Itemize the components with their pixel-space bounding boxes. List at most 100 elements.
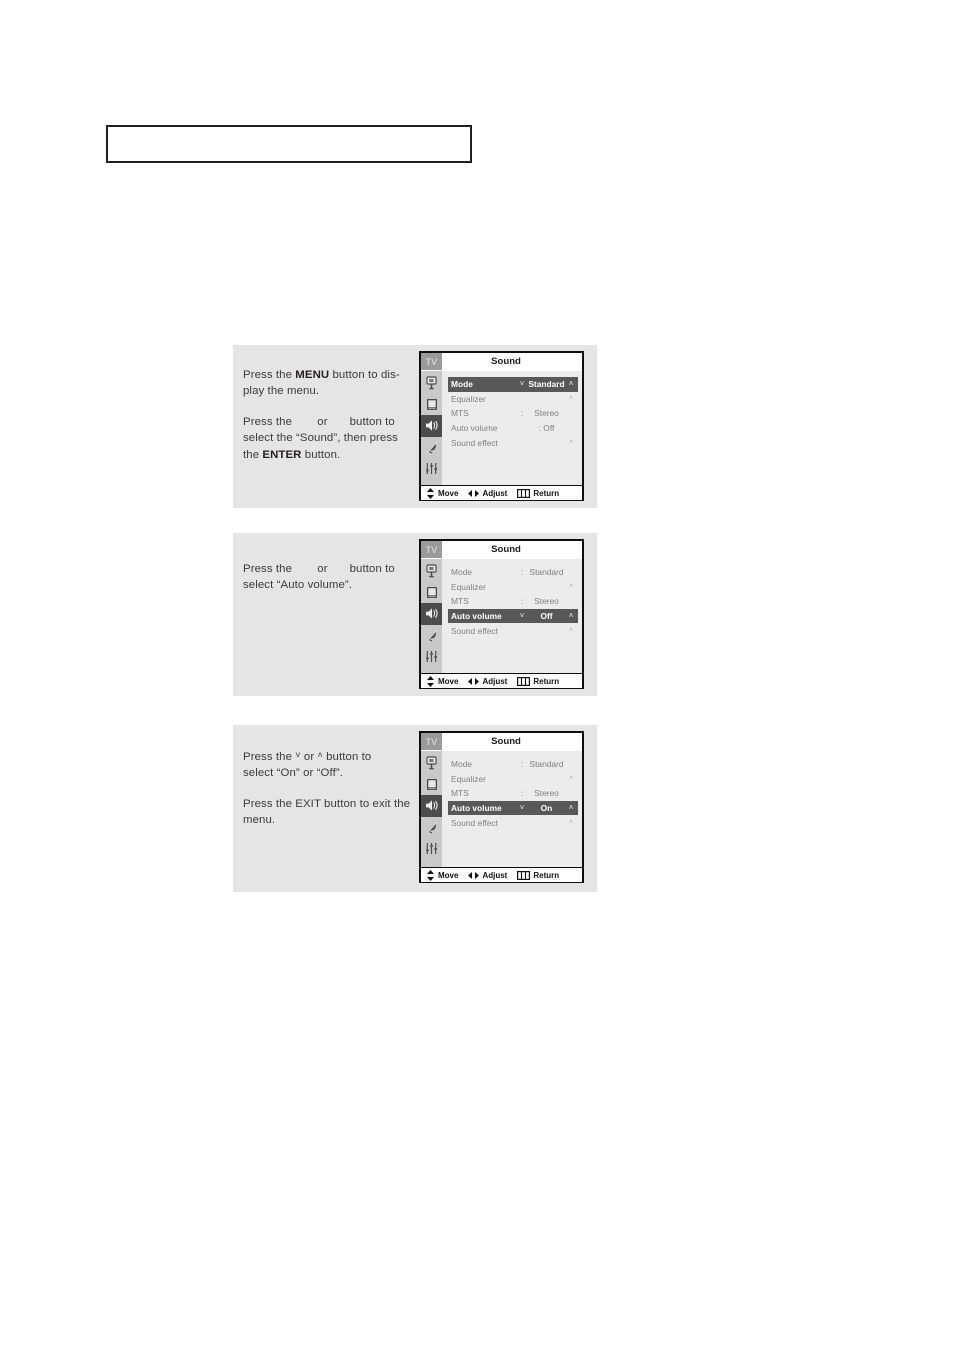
osd-row-equalizer[interactable]: Equalizer ˄ xyxy=(448,772,578,787)
picture-icon[interactable] xyxy=(421,560,442,582)
osd-row-sound-effect[interactable]: Sound effect ˄ xyxy=(448,623,578,638)
osd-row-value: Off xyxy=(540,611,553,622)
osd-menu-list: Mode : Standard Equalizer ˄ MTS : Stereo xyxy=(442,751,582,867)
sound-speaker-icon[interactable] xyxy=(421,603,442,625)
osd-row-label: Equalizer xyxy=(451,773,486,784)
osd-icon-rail xyxy=(421,751,442,867)
osd-footer-adjust-label: Adjust xyxy=(482,870,508,880)
left-right-arrows-icon xyxy=(468,489,480,497)
enter-keyword: ENTER xyxy=(262,448,302,461)
panel-1-text-c: play the menu. xyxy=(243,385,320,398)
osd-row-label: Sound effect xyxy=(451,817,498,828)
osd-row-auto-volume[interactable]: Auto volume : Off xyxy=(448,421,578,436)
osd-sound-menu-2[interactable]: TV Sound Mode: Standard Equalizer ˄ MTS… xyxy=(419,539,584,689)
osd-row-sound-effect[interactable]: Sound effect ˄ xyxy=(448,435,578,450)
osd-row-colon: : xyxy=(520,596,524,607)
channel-dish-icon[interactable] xyxy=(421,816,442,838)
osd-row-value: : Off xyxy=(538,423,555,434)
panel-2-text-a: Press the xyxy=(243,563,296,575)
osd-footer-return-label: Return xyxy=(533,488,560,498)
panel-1-text-d: Press the xyxy=(243,415,296,428)
osd-row-equalizer[interactable]: Equalizer ˄ xyxy=(448,580,578,595)
osd-icon-rail xyxy=(421,559,442,673)
chevron-down-icon[interactable]: ˅ xyxy=(517,805,527,812)
osd-tv-tag: TV xyxy=(421,541,442,558)
osd-row-value: Standard xyxy=(528,379,565,390)
picture-icon[interactable] xyxy=(421,752,442,774)
panel-1-text-g: the xyxy=(243,448,263,461)
equalizer-sliders-icon[interactable] xyxy=(421,838,442,860)
equalizer-sliders-icon[interactable] xyxy=(421,646,442,668)
osd-row-auto-volume[interactable]: Auto volume ˅ Off ˄ xyxy=(448,608,578,624)
osd-row-mode[interactable]: Mode ˅ Standard ˄ xyxy=(448,377,578,392)
osd-row-sound-effect[interactable]: Sound effect ˄ xyxy=(448,815,578,830)
osd-footer-adjust: Adjust xyxy=(468,871,507,880)
panel-1-text-h: button. xyxy=(301,448,341,461)
panel-1-text-or: or xyxy=(317,415,328,428)
panel-1-text-b: button to dis- xyxy=(329,369,400,381)
setup-book-icon[interactable] xyxy=(421,581,442,603)
setup-book-icon[interactable] xyxy=(421,773,442,795)
osd-row-label: Sound effect xyxy=(451,437,498,448)
panel-1-paragraph-2: Press the or button to select the “Sound”… xyxy=(243,414,421,463)
up-down-arrows-icon xyxy=(427,869,434,881)
osd-row-value: Standard xyxy=(529,567,564,578)
chevron-up-icon[interactable]: ˄ xyxy=(566,627,576,634)
osd-row-label: MTS xyxy=(451,408,469,419)
osd-footer-adjust-label: Adjust xyxy=(482,488,508,498)
channel-dish-icon[interactable] xyxy=(421,436,442,458)
chevron-up-icon[interactable]: ˄ xyxy=(566,775,576,782)
picture-icon[interactable] xyxy=(421,372,442,394)
chevron-down-icon[interactable]: ˅ xyxy=(517,613,527,620)
panel-3-text-or: or xyxy=(300,751,318,763)
osd-tv-tag: TV xyxy=(421,733,442,750)
osd-menu-list: Mode : Standard Equalizer ˄ MTS : Stereo xyxy=(442,559,582,673)
panel-2-paragraph-1: Press the or button to select “Auto volum… xyxy=(243,561,421,594)
osd-row-mts[interactable]: MTS : Stereo xyxy=(448,406,578,421)
chevron-up-icon[interactable]: ˄ xyxy=(566,583,576,590)
osd-row-value: Stereo xyxy=(534,596,559,607)
osd-sound-menu-1[interactable]: TV Sound Mode ˅ Standard ˄ Equalizer ˄ M… xyxy=(419,351,584,501)
osd-row-mode[interactable]: Mode : Standard xyxy=(448,565,578,580)
osd-footer-adjust: Adjust xyxy=(468,489,507,498)
sound-speaker-icon[interactable] xyxy=(421,795,442,817)
osd-row-equalizer[interactable]: Equalizer ˄ xyxy=(448,392,578,407)
osd-titlebar: TV Sound xyxy=(421,541,582,559)
osd-footer-adjust-label: Adjust xyxy=(482,676,508,686)
osd-titlebar: TV Sound xyxy=(421,353,582,371)
osd-footer-return-label: Return xyxy=(533,870,560,880)
osd-row-label: MTS xyxy=(451,788,469,799)
chevron-up-icon[interactable]: ˄ xyxy=(566,395,576,402)
panel-3-instructions: Press the ˅ or ˄ button to select “On” o… xyxy=(243,747,421,829)
panel-2-instructions: Press the or button to select “Auto volum… xyxy=(243,561,421,594)
chevron-up-icon[interactable]: ˄ xyxy=(566,439,576,446)
chevron-up-icon[interactable]: ˄ xyxy=(566,805,576,812)
panel-3-text-c: select “On” or “Off”. xyxy=(243,767,343,780)
osd-row-value: Stereo xyxy=(534,408,559,419)
osd-row-colon: : xyxy=(520,788,524,799)
up-down-arrows-icon xyxy=(427,487,434,499)
chevron-up-icon[interactable]: ˄ xyxy=(566,381,576,388)
osd-row-mode[interactable]: Mode : Standard xyxy=(448,757,578,772)
osd-row-mts[interactable]: MTS : Stereo xyxy=(448,594,578,609)
left-right-arrows-icon xyxy=(468,677,480,685)
channel-dish-icon[interactable] xyxy=(421,624,442,646)
up-down-arrows-icon xyxy=(427,675,434,687)
osd-row-auto-volume[interactable]: Auto volume ˅ On ˄ xyxy=(448,800,578,816)
osd-sound-menu-3[interactable]: TV Sound Mode: Standard Equalizer ˄ MTS… xyxy=(419,731,584,883)
osd-row-mts[interactable]: MTS : Stereo xyxy=(448,786,578,801)
panel-3-paragraph-2: Press the EXIT button to exit the menu. xyxy=(243,796,421,829)
equalizer-sliders-icon[interactable] xyxy=(421,458,442,480)
osd-row-colon: : xyxy=(520,567,524,578)
osd-footer-move: Move xyxy=(426,487,458,499)
setup-book-icon[interactable] xyxy=(421,393,442,415)
chevron-down-icon[interactable]: ˅ xyxy=(517,381,527,388)
panel-1-text-f: select the “Sound”, then press xyxy=(243,432,398,445)
sound-speaker-icon[interactable] xyxy=(421,415,442,437)
panel-1-paragraph-1: Press the MENU button to dis- play the m… xyxy=(243,367,421,400)
chevron-up-icon[interactable]: ˄ xyxy=(566,613,576,620)
osd-titlebar: TV Sound xyxy=(421,733,582,751)
step-panel-3: Press the ˅ or ˄ button to select “On” o… xyxy=(233,725,597,892)
step-panel-1: Press the MENU button to dis- play the m… xyxy=(233,345,597,508)
chevron-up-icon[interactable]: ˄ xyxy=(566,819,576,826)
